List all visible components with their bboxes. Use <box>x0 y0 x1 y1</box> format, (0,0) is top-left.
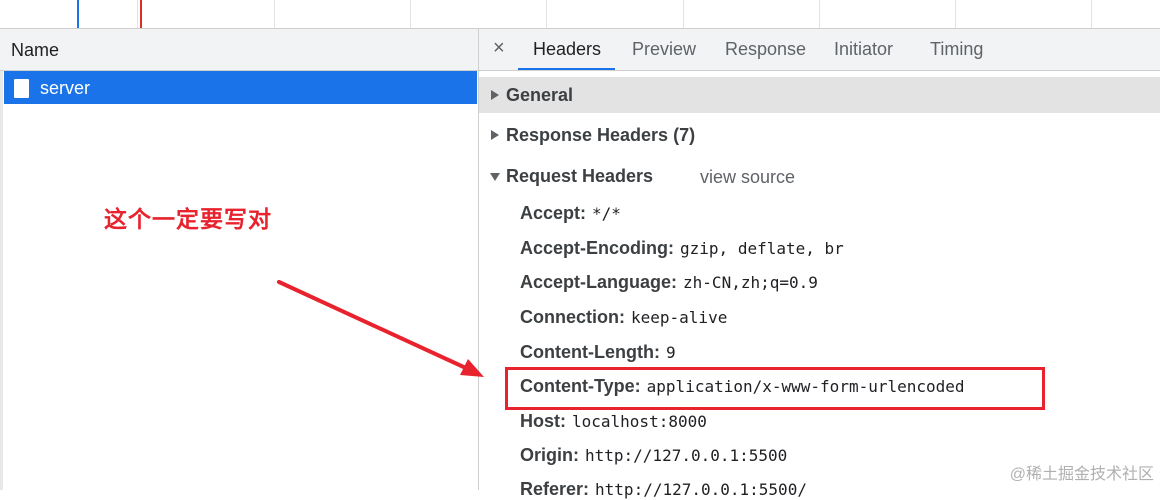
watermark: @稀土掘金技术社区 <box>1009 466 1154 483</box>
annotation-arrow <box>277 280 484 377</box>
annotation-highlight-box <box>505 367 1045 410</box>
